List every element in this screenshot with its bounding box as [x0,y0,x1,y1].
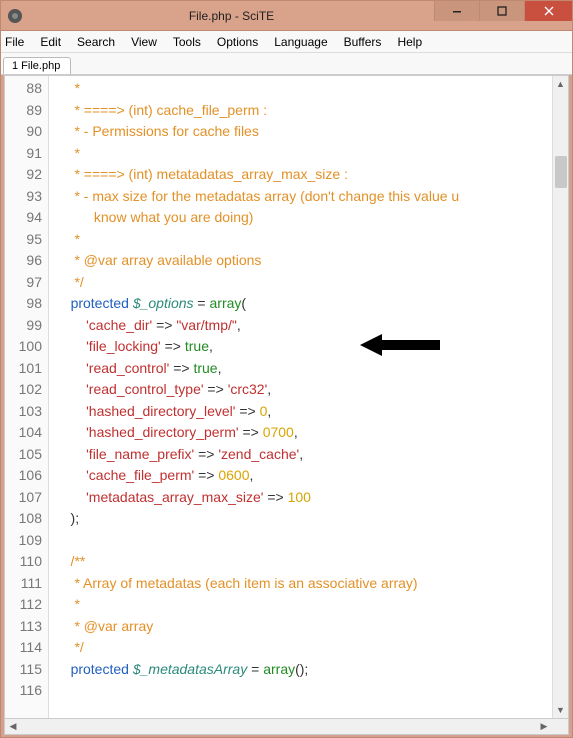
line-number: 101 [9,358,42,380]
vertical-scrollbar[interactable]: ▲ ▼ [552,76,568,718]
scroll-right-button[interactable]: ▶ [536,719,552,734]
menu-edit[interactable]: Edit [40,35,61,49]
titlebar[interactable]: File.php - SciTE [1,1,572,31]
code-line[interactable]: * [55,229,568,251]
tabbar: 1 File.php [1,53,572,75]
menu-search[interactable]: Search [77,35,115,49]
line-number: 100 [9,336,42,358]
line-number: 104 [9,422,42,444]
line-number: 94 [9,207,42,229]
menu-buffers[interactable]: Buffers [344,35,382,49]
line-number: 111 [9,573,42,595]
scroll-down-button[interactable]: ▼ [553,702,568,718]
menu-view[interactable]: View [131,35,157,49]
line-number: 97 [9,272,42,294]
line-number: 108 [9,508,42,530]
line-number: 89 [9,100,42,122]
code-line[interactable]: * Array of metadatas (each item is an as… [55,573,568,595]
scroll-thumb[interactable] [555,156,567,188]
code-line[interactable]: * - max size for the metadatas array (do… [55,186,568,208]
line-number: 93 [9,186,42,208]
code-line[interactable]: 'read_control_type' => 'crc32', [55,379,568,401]
code-line[interactable]: 'file_name_prefix' => 'zend_cache', [55,444,568,466]
line-number: 112 [9,594,42,616]
line-number: 109 [9,530,42,552]
line-number: 88 [9,78,42,100]
code-line[interactable]: 'read_control' => true, [55,358,568,380]
code-line[interactable]: know what you are doing) [55,207,568,229]
app-icon [7,8,23,24]
scroll-left-button[interactable]: ◀ [5,719,21,734]
minimize-button[interactable] [434,1,479,21]
line-number: 99 [9,315,42,337]
code-line[interactable]: protected $_metadatasArray = array(); [55,659,568,681]
horizontal-scrollbar[interactable]: ◀ ▶ [4,719,569,735]
line-number: 90 [9,121,42,143]
code-line[interactable]: */ [55,272,568,294]
code-line[interactable]: ); [55,508,568,530]
tab-file-php[interactable]: 1 File.php [3,57,71,74]
code-line[interactable]: protected $_options = array( [55,293,568,315]
code-line[interactable] [55,530,568,552]
line-number: 115 [9,659,42,681]
menu-options[interactable]: Options [217,35,258,49]
editor-area[interactable]: 8889909192939495969798991001011021031041… [4,75,569,719]
menu-language[interactable]: Language [274,35,327,49]
line-number: 114 [9,637,42,659]
line-number: 92 [9,164,42,186]
menu-file[interactable]: File [5,35,24,49]
code-line[interactable]: * @var array [55,616,568,638]
code-line[interactable]: * ====> (int) metatadatas_array_max_size… [55,164,568,186]
code-line[interactable]: 'cache_dir' => "var/tmp/", [55,315,568,337]
line-number: 105 [9,444,42,466]
line-number: 91 [9,143,42,165]
code-line[interactable]: * @var array available options [55,250,568,272]
code-line[interactable] [55,680,568,702]
line-number: 102 [9,379,42,401]
line-number: 116 [9,680,42,702]
code-line[interactable]: 'metadatas_array_max_size' => 100 [55,487,568,509]
code-line[interactable]: * [55,594,568,616]
line-number-gutter: 8889909192939495969798991001011021031041… [5,76,49,718]
code-line[interactable]: 'cache_file_perm' => 0600, [55,465,568,487]
line-number: 107 [9,487,42,509]
line-number: 106 [9,465,42,487]
close-button[interactable] [524,1,572,21]
code-line[interactable]: * [55,78,568,100]
maximize-button[interactable] [479,1,524,21]
code-line[interactable]: * - Permissions for cache files [55,121,568,143]
scroll-up-button[interactable]: ▲ [553,76,568,92]
line-number: 95 [9,229,42,251]
code-line[interactable]: 'file_locking' => true, [55,336,568,358]
line-number: 96 [9,250,42,272]
code-line[interactable]: 'hashed_directory_perm' => 0700, [55,422,568,444]
code-line[interactable]: * ====> (int) cache_file_perm : [55,100,568,122]
line-number: 113 [9,616,42,638]
code-line[interactable]: /** [55,551,568,573]
line-number: 98 [9,293,42,315]
code-line[interactable]: */ [55,637,568,659]
code-line[interactable]: 'hashed_directory_level' => 0, [55,401,568,423]
code-content[interactable]: * * ====> (int) cache_file_perm : * - Pe… [49,76,568,718]
line-number: 110 [9,551,42,573]
code-line[interactable]: * [55,143,568,165]
menu-tools[interactable]: Tools [173,35,201,49]
menubar: File Edit Search View Tools Options Lang… [1,31,572,53]
line-number: 103 [9,401,42,423]
window-title: File.php - SciTE [29,9,434,23]
menu-help[interactable]: Help [397,35,422,49]
